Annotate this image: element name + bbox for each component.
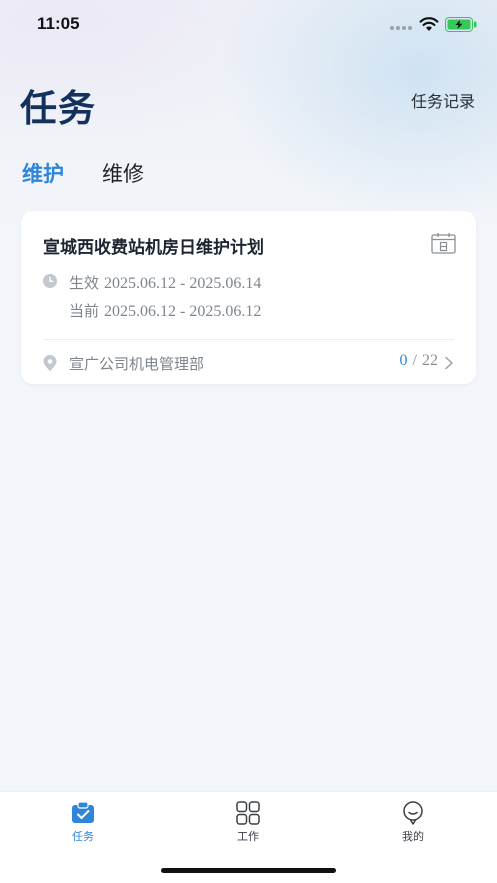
current-label: 当前 — [69, 302, 100, 320]
task-history-link[interactable]: 任务记录 — [411, 88, 475, 112]
home-indicator — [161, 868, 336, 873]
tab-repair[interactable]: 维修 — [102, 158, 144, 188]
wifi-icon — [419, 17, 439, 31]
status-bar: 11:05 — [0, 0, 497, 50]
nav-tasks-label: 任务 — [72, 830, 94, 843]
task-card[interactable]: 宣城西收费站机房日维护计划 生效 2025.06.12 - 2025.06.14 … — [21, 211, 476, 384]
department-name: 宣广公司机电管理部 — [69, 355, 205, 373]
battery-icon — [445, 17, 477, 32]
effective-range: 2025.06.12 - 2025.06.14 — [104, 275, 262, 292]
task-icon — [72, 801, 94, 823]
nav-mine-label: 我的 — [402, 830, 424, 843]
effective-label: 生效 — [69, 274, 100, 292]
task-title: 宣城西收费站机房日维护计划 — [43, 238, 264, 258]
current-range: 2025.06.12 - 2025.06.12 — [104, 303, 262, 320]
progress-total: 22 — [422, 352, 438, 369]
page-title: 任务 — [20, 87, 96, 130]
calendar-icon[interactable] — [431, 232, 456, 254]
clock-icon — [43, 274, 57, 288]
chevron-right-icon[interactable] — [444, 356, 454, 370]
effective-period: 生效 2025.06.12 - 2025.06.14 — [69, 272, 261, 293]
profile-icon — [403, 801, 423, 825]
status-time: 11:05 — [37, 14, 80, 33]
nav-work[interactable]: 工作 — [208, 800, 288, 844]
signal-icon — [390, 26, 412, 30]
tab-maintenance[interactable]: 维护 — [22, 158, 64, 190]
nav-mine[interactable]: 我的 — [373, 800, 453, 844]
current-period: 当前 2025.06.12 - 2025.06.12 — [69, 300, 261, 321]
task-progress: 0/ 22 — [400, 352, 438, 370]
progress-separator: / — [412, 352, 417, 369]
nav-work-label: 工作 — [237, 830, 259, 843]
location-pin-icon — [43, 355, 57, 372]
grid-icon — [236, 801, 260, 825]
nav-tasks[interactable]: 任务 — [43, 800, 123, 844]
progress-done: 0 — [399, 352, 408, 369]
card-divider — [43, 339, 454, 340]
